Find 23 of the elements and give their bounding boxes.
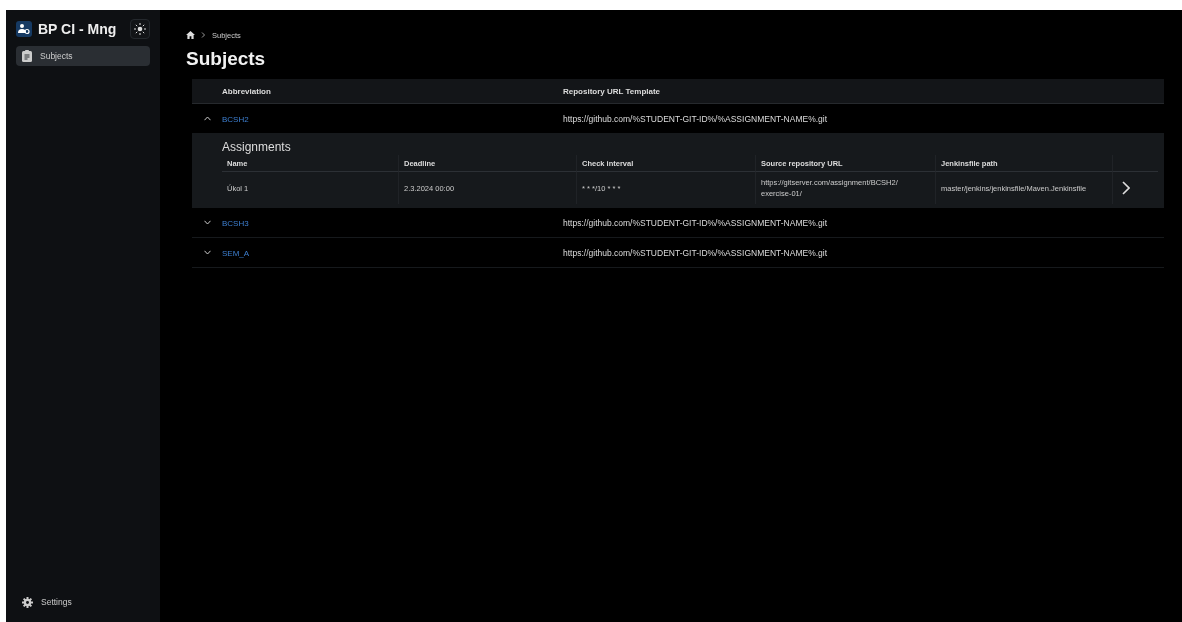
clipboard-icon [22,50,32,62]
expand-toggle[interactable] [201,114,213,123]
table-cell: https://github.com/%STUDENT-GIT-ID%/%ASSIGNMENT-NAME%.git [563,217,828,228]
table-cell: https://github.com/%STUDENT-GIT-ID%/%ASSIGNMENT-NAME%.git [563,113,828,124]
expand-toggle[interactable] [201,248,213,257]
home-icon[interactable] [186,31,195,39]
section-title: Assignments [222,139,292,155]
chevron-right-icon [201,32,206,38]
table-cell: https://github.com/%STUDENT-GIT-ID%/%ASSIGNMENT-NAME%.git [563,247,828,258]
app-logo-icon [16,21,32,37]
column-header: Abbreviation [222,86,272,96]
nav-item[interactable]: Subjects [16,46,150,66]
settings-item[interactable]: Settings [16,592,150,612]
theme-toggle-button[interactable] [130,19,150,39]
sun-icon [134,23,146,35]
page-title: Subjects [186,47,267,71]
subject-link[interactable]: SEM_A [222,248,250,258]
gear-icon [22,596,33,608]
expand-toggle[interactable] [201,218,213,227]
app-title: BP CI - Mng [38,21,118,37]
column-header: Repository URL Template [563,86,662,96]
subject-link[interactable]: BCSH2 [222,114,249,124]
subject-link[interactable]: BCSH3 [222,218,249,228]
